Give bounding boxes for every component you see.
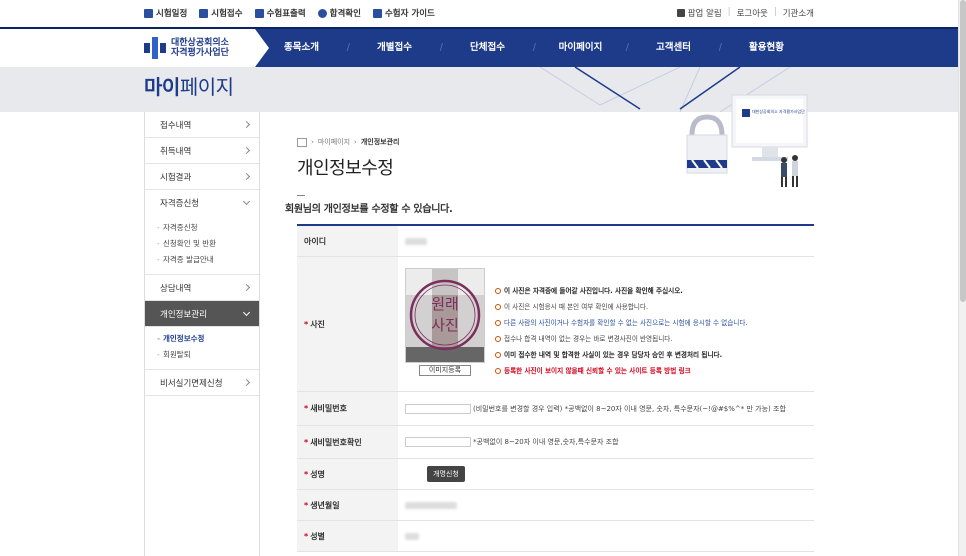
page-scrollbar[interactable] — [958, 0, 966, 556]
lnb-item-apply-history[interactable]: 접수내역 — [145, 112, 259, 138]
logout-link[interactable]: 로그아웃 — [737, 7, 768, 19]
rename-request-button[interactable]: 개명신청 — [427, 466, 465, 482]
gnb-item-usage[interactable]: 활용현황 — [720, 29, 813, 67]
chevron-down-icon — [242, 197, 251, 206]
lnb-item-cert-apply[interactable]: 자격증신청 — [145, 190, 259, 216]
utility-link-guide[interactable]: 수험자 가이드 — [372, 7, 435, 19]
lnb-sub-cert-guide[interactable]: 자격증 발급안내 — [145, 252, 259, 268]
chevron-right-icon — [242, 283, 251, 292]
utility-link-pass[interactable]: 합격확인 — [317, 7, 361, 19]
breadcrumb: › 마이페이지 › 개인정보관리 — [297, 137, 399, 147]
top-utility-bar: 시험일정 시험접수 수험표출력 합격확인 수험자 가이드 팝업 알림 | 로그아… — [0, 0, 958, 27]
confirm-password-help: *공백없이 8~20자 이내 영문,숫자,특수문자 조합 — [473, 438, 619, 446]
scrollbar-thumb[interactable] — [960, 0, 966, 302]
image-register-button[interactable]: 이미지등록 — [419, 365, 471, 376]
confirm-password-label: 새비밀번호확인 — [310, 437, 362, 447]
chevron-down-icon — [242, 308, 251, 316]
calendar-icon — [144, 8, 153, 18]
global-nav: 대한상공회의소 자격평가사업단 종목소개 개별접수 단체접수 마이페이지 고객센… — [0, 27, 958, 67]
photo-notes: 이 사진은 자격증에 들어갈 사진입니다. 사진을 확인해 주십시오. 이 사진… — [495, 268, 748, 379]
lnb-item-cancel-history[interactable]: 취득내역 — [145, 138, 259, 164]
confirm-password-input[interactable] — [405, 437, 471, 447]
popup-icon — [676, 9, 685, 17]
site-logo[interactable]: 대한상공회의소 자격평가사업단 — [144, 37, 229, 59]
gender-value-masked — [405, 532, 419, 540]
utility-link-register[interactable]: 시험접수 — [199, 7, 243, 19]
row-birth: * 생년월일 — [297, 490, 814, 521]
photo-note: 다른 사람의 사진이거나 수험자를 확인할 수 없는 사진으로는 시험에 응시할… — [495, 315, 748, 331]
gnb-item-customer[interactable]: 고객센터 — [627, 29, 722, 67]
gnb-item-group[interactable]: 단체접수 — [441, 29, 536, 67]
gender-label: 성별 — [310, 531, 325, 541]
photo-stamp-line1: 원래 — [431, 295, 459, 313]
left-nav: 접수내역 취득내역 시험결과 자격증신청 자격증신청 신청확인 및 반환 자격증… — [144, 112, 260, 556]
intro-link[interactable]: 기관소개 — [783, 7, 814, 19]
trusted-site-link[interactable]: 등록한 사진이 보이지 않을때 신뢰할 수 있는 사이트 등록 방법 링크 — [495, 363, 748, 379]
utility-right: 팝업 알림 | 로그아웃 | 기관소개 — [676, 7, 814, 19]
lnb-item-personal-info[interactable]: 개인정보관리 — [145, 301, 259, 327]
new-password-help: (비밀번호를 변경할 경우 입력) *공백없이 8~20자 이내 영문, 숫자,… — [473, 404, 786, 413]
print-icon — [254, 8, 264, 18]
page-title: 개인정보수정 — [297, 158, 394, 179]
lnb-sub-withdraw[interactable]: 회원탈퇴 — [145, 347, 259, 363]
row-confirm-password: * 새비밀번호확인 *공백없이 8~20자 이내 영문,숫자,특수문자 조합 — [297, 426, 814, 459]
lnb-sub-cert-confirm[interactable]: 신청확인 및 반환 — [145, 236, 259, 252]
lnb-sub-personal: 개인정보수정 회원탈퇴 — [145, 327, 259, 370]
chevron-right-icon — [242, 120, 251, 129]
lnb-sub-edit-info[interactable]: 개인정보수정 — [145, 331, 259, 347]
breadcrumb-current: 개인정보관리 — [360, 138, 400, 146]
photo-note: 이 사진은 시험응시 때 본인 여부 확인에 사용합니다. — [495, 299, 748, 315]
utility-links: 시험일정 시험접수 수험표출력 합격확인 수험자 가이드 — [144, 7, 435, 19]
logo-line2: 자격평가사업단 — [171, 48, 229, 58]
popup-alert-link[interactable]: 팝업 알림 — [676, 7, 722, 19]
chevron-right-icon — [242, 146, 251, 155]
gnb-item-items[interactable]: 종목소개 — [255, 29, 350, 67]
row-id: 아이디 — [297, 226, 814, 257]
guide-icon — [372, 8, 382, 18]
birth-value-masked — [405, 501, 457, 509]
home-icon[interactable] — [297, 137, 307, 147]
personal-info-form: 아이디 * 사진 원래 사진 이미지등록 이 사진은 자격증에 들어갈 사진입니… — [297, 224, 814, 552]
lnb-sub-cert: 자격증신청 신청확인 및 반환 자격증 발급안내 — [145, 216, 259, 275]
photo-note: 접수나 합격 내역이 없는 경우는 바로 변경사진이 반영됩니다. — [495, 331, 748, 347]
utility-link-print[interactable]: 수험표출력 — [254, 7, 306, 19]
id-label: 아이디 — [304, 236, 327, 246]
chevron-right-icon — [242, 172, 251, 181]
birth-label: 생년월일 — [310, 500, 340, 510]
lnb-sub-cert-apply[interactable]: 자격증신청 — [145, 220, 259, 236]
breadcrumb-mypage[interactable]: 마이페이지 — [318, 137, 350, 147]
row-new-password: * 새비밀번호 (비밀번호를 변경할 경우 입력) *공백없이 8~20자 이내 … — [297, 392, 814, 426]
person-icon — [317, 8, 327, 18]
security-illustration: 대한상공회의소 자격평가사업단 — [686, 94, 808, 187]
illus-logo-text: 대한상공회의소 자격평가사업단 — [752, 108, 805, 114]
photo-note: 이미 접수한 내역 및 합격한 사실이 있는 경우 담당자 승인 후 변경처리 … — [495, 347, 748, 363]
gnb-item-individual[interactable]: 개별접수 — [348, 29, 443, 67]
new-password-input[interactable] — [405, 403, 471, 414]
chevron-right-icon — [242, 378, 251, 387]
lnb-item-exam-result[interactable]: 시험결과 — [145, 164, 259, 190]
row-name: * 성명 개명신청 — [297, 459, 814, 490]
lnb-item-exemption[interactable]: 비서실기면제신청 — [145, 370, 259, 396]
photo-stamp-line2: 사진 — [431, 316, 459, 334]
logo-mark-icon — [144, 37, 166, 59]
logo-line1: 대한상공회의소 — [171, 38, 229, 48]
new-password-label: 새비밀번호 — [310, 404, 347, 413]
gnb-menu: 종목소개 개별접수 단체접수 마이페이지 고객센터 활용현황 — [255, 29, 813, 67]
page-visual-band: 마이페이지 — [0, 67, 958, 112]
photo-preview: 원래 사진 — [405, 268, 485, 363]
name-label: 성명 — [310, 469, 325, 479]
id-value-masked — [405, 237, 427, 245]
photo-label: 사진 — [310, 319, 325, 329]
row-gender: * 성별 — [297, 521, 814, 552]
utility-link-schedule[interactable]: 시험일정 — [144, 7, 187, 19]
lnb-item-consult[interactable]: 상담내역 — [145, 275, 259, 301]
gnb-item-mypage[interactable]: 마이페이지 — [534, 29, 629, 67]
page-description: 회원님의 개인정보를 수정할 수 있습니다. — [285, 204, 453, 215]
band-title: 마이페이지 — [144, 75, 234, 99]
photo-note: 이 사진은 자격증에 들어갈 사진입니다. 사진을 확인해 주십시오. — [495, 283, 748, 299]
row-photo: * 사진 원래 사진 이미지등록 이 사진은 자격증에 들어갈 사진입니다. 사… — [297, 257, 814, 392]
register-icon — [199, 8, 209, 18]
